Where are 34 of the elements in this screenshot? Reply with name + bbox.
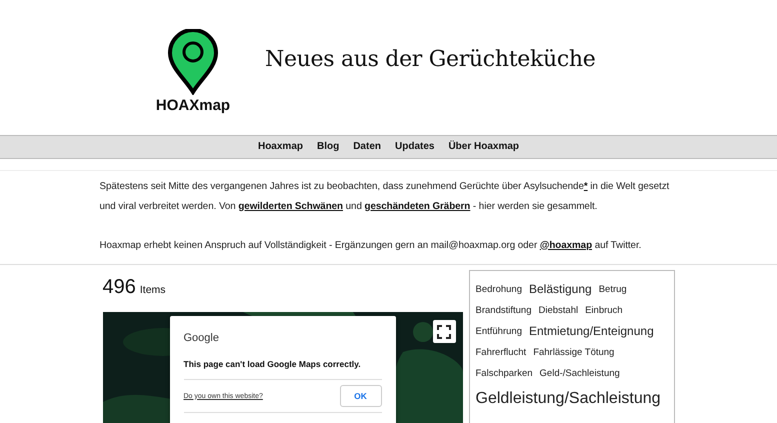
tag-link[interactable]: Bedrohung — [476, 279, 522, 300]
site-title: Neues aus der Gerüchteküche — [265, 47, 596, 72]
tag-link[interactable]: Fahrlässige Tötung — [533, 342, 614, 363]
text-link[interactable]: * — [584, 181, 588, 192]
intro-paragraph: Hoaxmap erhebt keinen Anspruch auf Vollständigkeit - Ergänzungen gern an mail@hoaxmap.org oder @hoaxmap auf Twitter. — [100, 238, 642, 252]
ok-button[interactable]: OK — [340, 385, 382, 407]
dialog-brand: Google — [184, 332, 219, 344]
error-message: This page can't load Google Maps correctly. — [184, 359, 382, 380]
map-pin-icon — [167, 29, 219, 95]
text-link[interactable]: geschändeten Gräbern — [364, 200, 470, 212]
tag-link[interactable]: Einbruch — [585, 300, 623, 321]
count-label: Items — [140, 284, 166, 296]
tag-link[interactable]: Geldleistung/Sachleistung — [476, 384, 661, 414]
nav-link[interactable]: Updates — [389, 136, 440, 158]
tag-link[interactable]: Geld-/Sachleistung — [540, 363, 620, 384]
fullscreen-icon — [437, 324, 451, 338]
nav-link[interactable]: Über Hoaxmap — [442, 136, 526, 158]
tag-link[interactable]: Fahrerflucht — [476, 342, 526, 363]
intro-paragraph: Spätestens seit Mitte des vergangenen Jahres ist zu beobachten, dass zunehmend Gerüchte über Asylsuchende* in die Welt gesetzt und viral verbreitet werden. Von gewilderten Schwänen und geschändeten Gräbern - hier werden sie gesammelt. — [100, 180, 670, 214]
text-link[interactable]: gewilderten Schwänen — [238, 200, 343, 212]
tag-link[interactable]: Brandstiftung — [476, 300, 532, 321]
tag-link[interactable]: Entführung — [476, 321, 522, 342]
tag-link[interactable]: Diebstahl — [538, 300, 578, 321]
logo-text: HOAXmap — [156, 97, 230, 114]
tag-link[interactable]: Betrug — [598, 279, 627, 300]
nav-link[interactable]: Hoaxmap — [252, 136, 309, 158]
tag-link[interactable]: Falschparken — [476, 363, 533, 384]
fullscreen-button[interactable] — [432, 320, 456, 343]
text-link[interactable]: @hoaxmap — [540, 240, 592, 250]
tag-link[interactable]: Entmietung/Enteignung — [528, 321, 654, 342]
tag-link[interactable]: Belästigung — [528, 279, 592, 300]
item-count: 496 — [102, 276, 136, 299]
nav-link[interactable]: Daten — [347, 136, 387, 158]
nav-link[interactable]: Blog — [310, 136, 346, 158]
